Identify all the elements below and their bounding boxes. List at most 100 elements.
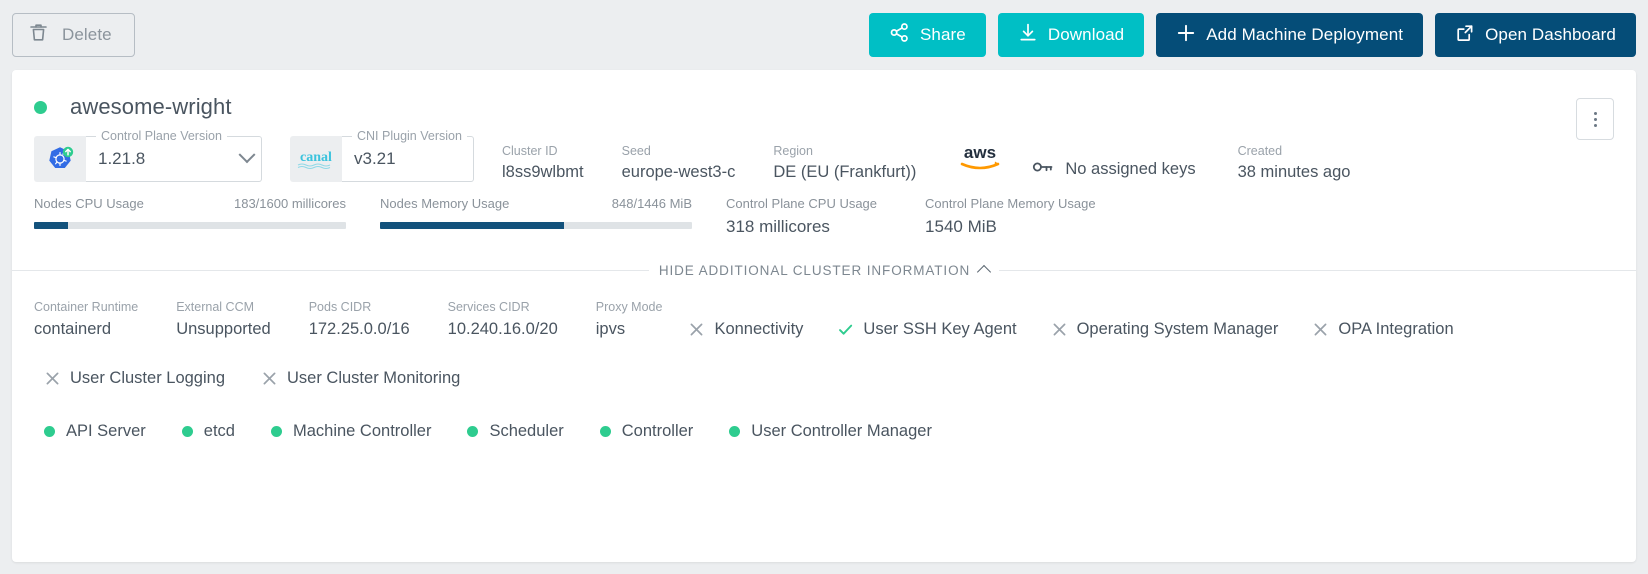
plus-icon	[1176, 23, 1196, 48]
download-button[interactable]: Download	[998, 13, 1144, 57]
component-etcd-label: etcd	[204, 422, 235, 441]
region-item: Region DE (EU (Frankfurt))	[773, 144, 916, 182]
feature-opa-integration: OPA Integration	[1312, 320, 1453, 339]
services-cidr-item: Services CIDR 10.240.16.0/20	[448, 300, 558, 339]
region-label: Region	[773, 144, 916, 158]
kebab-dot	[1594, 112, 1597, 115]
delete-button[interactable]: Delete	[12, 13, 135, 57]
pods-cidr-label: Pods CIDR	[309, 300, 410, 314]
nodes-memory-usage-label: Nodes Memory Usage	[380, 196, 509, 211]
additional-fields-row: Container Runtime containerd External CC…	[34, 300, 1614, 339]
external-ccm-label: External CCM	[176, 300, 270, 314]
feature-konnectivity-label: Konnectivity	[714, 320, 803, 339]
feature-opa-integration-label: OPA Integration	[1338, 320, 1453, 339]
component-machine-controller-label: Machine Controller	[293, 422, 431, 441]
cross-icon	[1051, 321, 1068, 338]
nodes-cpu-usage: Nodes CPU Usage 183/1600 millicores	[34, 196, 346, 229]
kebab-dot	[1594, 124, 1597, 127]
ssh-keys-value: No assigned keys	[1065, 160, 1195, 179]
seed-item: Seed europe-west3-c	[622, 144, 736, 182]
open-dashboard-label: Open Dashboard	[1485, 25, 1616, 45]
seed-label: Seed	[622, 144, 736, 158]
component-scheduler: Scheduler	[467, 422, 563, 441]
cluster-name: awesome-wright	[70, 94, 232, 120]
add-machine-deployment-button[interactable]: Add Machine Deployment	[1156, 13, 1423, 57]
cross-icon	[688, 321, 705, 338]
created-item: Created 38 minutes ago	[1238, 144, 1351, 182]
feature-konnectivity: Konnectivity	[688, 320, 803, 339]
download-icon	[1018, 22, 1038, 48]
services-cidr-label: Services CIDR	[448, 300, 558, 314]
created-value: 38 minutes ago	[1238, 163, 1351, 182]
control-plane-version-field[interactable]: Control Plane Version 1.21.8	[86, 136, 262, 182]
external-ccm-item: External CCM Unsupported	[176, 300, 270, 339]
status-dot	[467, 426, 478, 437]
control-plane-cpu-usage-value: 318 millicores	[726, 217, 877, 237]
status-dot	[600, 426, 611, 437]
control-plane-version-selector[interactable]: Control Plane Version 1.21.8	[34, 136, 262, 182]
cni-plugin-version-value: v3.21	[354, 149, 396, 169]
services-cidr-value: 10.240.16.0/20	[448, 320, 558, 339]
component-machine-controller: Machine Controller	[271, 422, 431, 441]
nodes-cpu-usage-bar	[34, 222, 346, 229]
component-user-controller-manager-label: User Controller Manager	[751, 422, 932, 441]
control-plane-version-label: Control Plane Version	[96, 129, 227, 143]
container-runtime-label: Container Runtime	[34, 300, 138, 314]
cross-icon	[44, 370, 61, 387]
feature-user-cluster-monitoring: User Cluster Monitoring	[261, 369, 460, 388]
cni-plugin-version-label: CNI Plugin Version	[352, 129, 467, 143]
proxy-mode-item: Proxy Mode ipvs	[596, 300, 663, 339]
cluster-actions-menu-button[interactable]	[1576, 98, 1614, 140]
control-plane-cpu-usage-label: Control Plane CPU Usage	[726, 196, 877, 211]
cluster-id-value: l8ss9wlbmt	[502, 163, 584, 182]
cluster-id-label: Cluster ID	[502, 144, 584, 158]
created-label: Created	[1238, 144, 1351, 158]
component-etcd: etcd	[182, 422, 235, 441]
seed-value: europe-west3-c	[622, 163, 736, 182]
cluster-details-card: awesome-wright Control Plane Version 1.2…	[12, 70, 1636, 562]
status-dot	[182, 426, 193, 437]
control-plane-version-value: 1.21.8	[98, 149, 145, 169]
pods-cidr-item: Pods CIDR 172.25.0.0/16	[309, 300, 410, 339]
nodes-memory-usage-bar-fill	[380, 222, 564, 229]
additional-features-row-2: User Cluster Logging User Cluster Monito…	[34, 369, 1614, 388]
canal-logo-icon: canal	[290, 136, 342, 182]
check-icon	[837, 321, 854, 338]
status-dot	[729, 426, 740, 437]
chevron-down-icon[interactable]	[239, 146, 256, 163]
feature-user-cluster-logging-label: User Cluster Logging	[70, 369, 225, 388]
cross-icon	[261, 370, 278, 387]
nodes-cpu-usage-bar-fill	[34, 222, 68, 229]
nodes-cpu-usage-value: 183/1600 millicores	[234, 196, 346, 211]
container-runtime-value: containerd	[34, 320, 138, 339]
hide-additional-cluster-information-toggle[interactable]: HIDE ADDITIONAL CLUSTER INFORMATION	[649, 263, 999, 278]
ssh-keys-item: No assigned keys	[1032, 159, 1195, 182]
aws-logo-icon: aws	[954, 141, 1006, 182]
nodes-memory-usage-bar	[380, 222, 692, 229]
region-value: DE (EU (Frankfurt))	[773, 163, 916, 182]
divider-right	[999, 270, 1636, 271]
cluster-header: awesome-wright	[12, 70, 1636, 120]
cluster-id-item: Cluster ID l8ss9wlbmt	[502, 144, 584, 182]
cluster-status-dot	[34, 101, 47, 114]
share-icon	[889, 22, 910, 48]
cross-icon	[1312, 321, 1329, 338]
component-scheduler-label: Scheduler	[489, 422, 563, 441]
component-api-server: API Server	[44, 422, 146, 441]
open-dashboard-button[interactable]: Open Dashboard	[1435, 13, 1636, 57]
top-toolbar: Delete Share Download	[0, 0, 1648, 70]
component-user-controller-manager: User Controller Manager	[729, 422, 932, 441]
control-plane-memory-usage-value: 1540 MiB	[925, 217, 1096, 237]
component-controller: Controller	[600, 422, 694, 441]
kubernetes-logo-icon	[34, 136, 86, 182]
external-link-icon	[1455, 23, 1475, 48]
cluster-components-status-row: API Server etcd Machine Controller Sched…	[34, 422, 1614, 441]
control-plane-memory-usage: Control Plane Memory Usage 1540 MiB	[925, 196, 1096, 237]
component-controller-label: Controller	[622, 422, 694, 441]
feature-user-cluster-logging: User Cluster Logging	[44, 369, 225, 388]
feature-operating-system-manager: Operating System Manager	[1051, 320, 1279, 339]
cluster-meta-row: Control Plane Version 1.21.8 canal CNI P…	[12, 120, 1636, 182]
share-button[interactable]: Share	[869, 13, 986, 57]
feature-operating-system-manager-label: Operating System Manager	[1077, 320, 1279, 339]
nodes-cpu-usage-label: Nodes CPU Usage	[34, 196, 144, 211]
